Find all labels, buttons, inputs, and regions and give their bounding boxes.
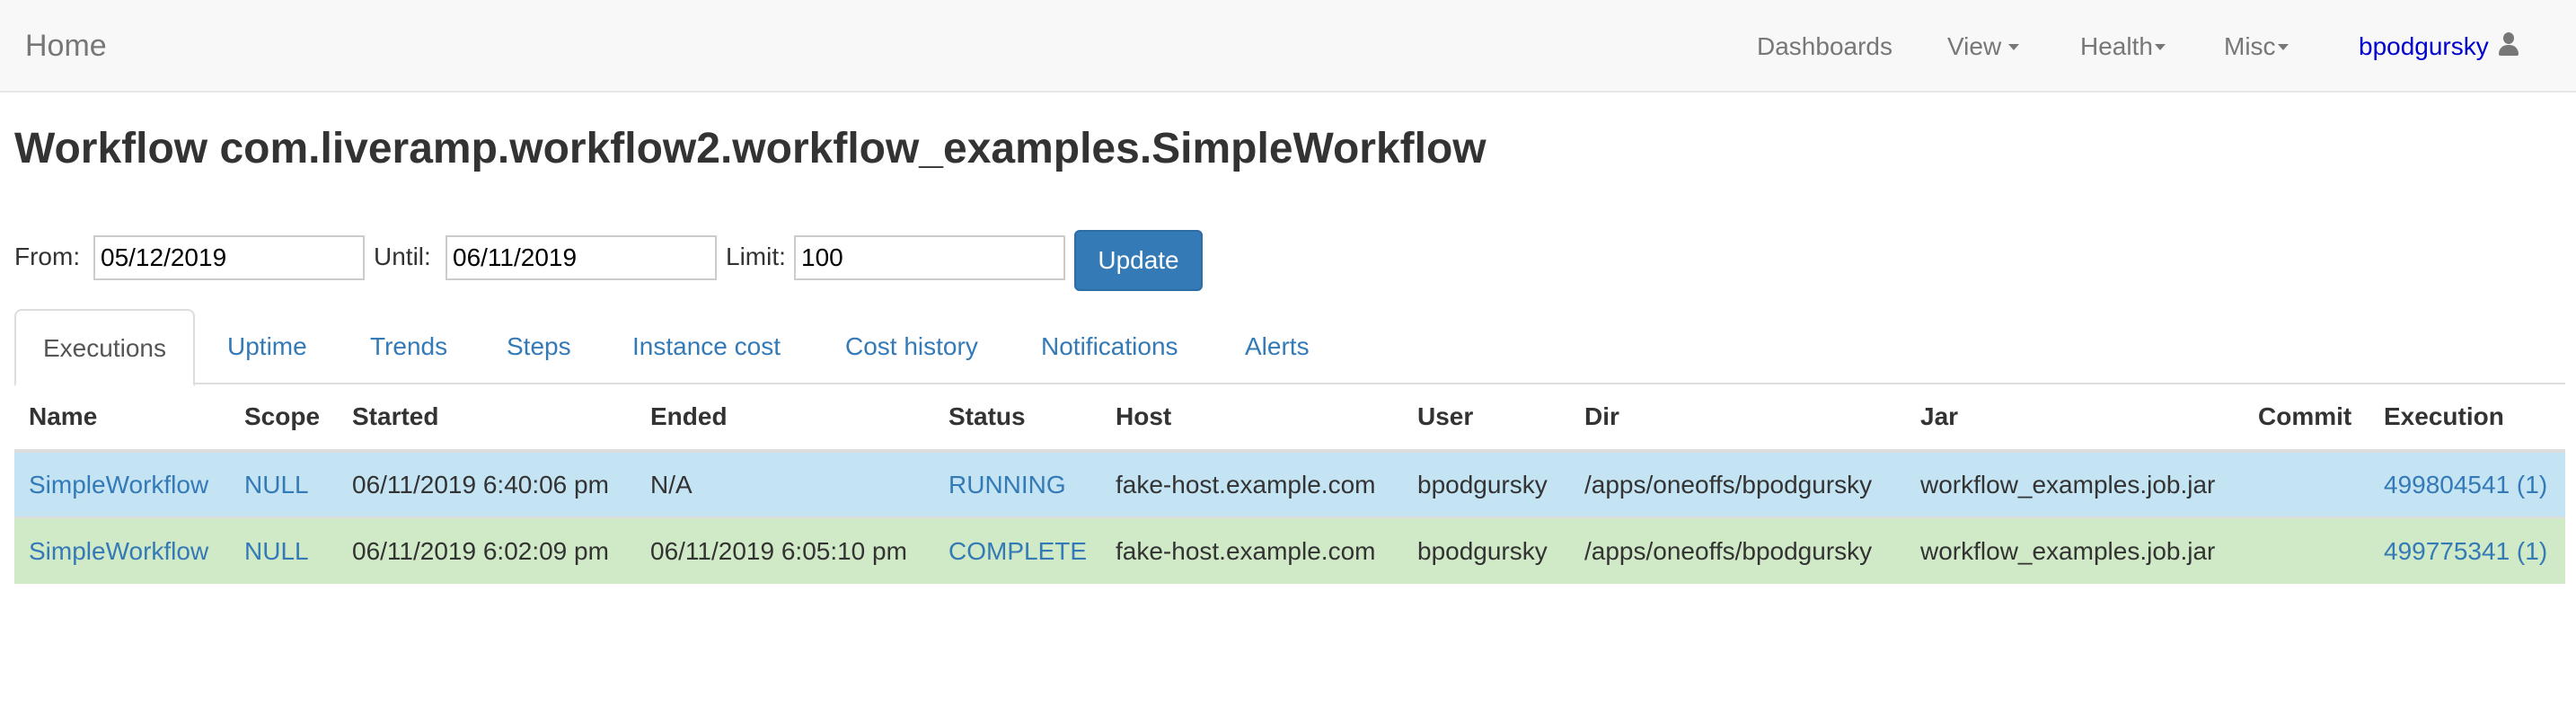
nav-misc-dropdown[interactable]: Misc	[2224, 0, 2289, 93]
host-cell: fake-host.example.com	[1101, 450, 1403, 517]
tab-notifications[interactable]: Notifications	[1041, 309, 1178, 384]
from-label: From:	[14, 243, 81, 270]
nav-misc-label: Misc	[2224, 32, 2276, 60]
column-header-host: Host	[1101, 384, 1403, 453]
ended-cell: 06/11/2019 6:05:10 pm	[636, 516, 934, 584]
user-icon	[2498, 31, 2519, 57]
page-title-prefix: Workflow	[14, 125, 208, 172]
workflow-name-link[interactable]: SimpleWorkflow	[29, 471, 208, 499]
column-header-name: Name	[14, 384, 230, 453]
tab-cost-history[interactable]: Cost history	[845, 309, 978, 384]
column-header-execution: Execution	[2369, 384, 2565, 453]
tab-uptime[interactable]: Uptime	[227, 309, 307, 384]
table-header-row: Name Scope Started Ended Status Host Use…	[14, 384, 2565, 453]
dir-cell: /apps/oneoffs/bpodgursky	[1570, 516, 1906, 584]
tab-instance-cost[interactable]: Instance cost	[632, 309, 781, 384]
table-row: SimpleWorkflow NULL 06/11/2019 6:40:06 p…	[14, 450, 2565, 517]
from-date-input[interactable]	[93, 235, 365, 280]
ended-cell: N/A	[636, 450, 934, 517]
nav-health-label: Health	[2080, 32, 2153, 60]
tab-alerts[interactable]: Alerts	[1245, 309, 1310, 384]
executions-table: Name Scope Started Ended Status Host Use…	[14, 384, 2565, 584]
column-header-ended: Ended	[636, 384, 934, 453]
nav-health-dropdown[interactable]: Health	[2080, 0, 2166, 93]
nav-user-menu[interactable]: bpodgursky	[2359, 0, 2519, 93]
started-cell: 06/11/2019 6:02:09 pm	[338, 516, 636, 584]
column-header-jar: Jar	[1906, 384, 2244, 453]
caret-down-icon	[2008, 43, 2020, 50]
home-brand-link[interactable]: Home	[25, 0, 107, 93]
until-date-input[interactable]	[446, 235, 717, 280]
execution-link[interactable]: 499804541 (1)	[2384, 471, 2547, 499]
column-header-dir: Dir	[1570, 384, 1906, 453]
tab-steps[interactable]: Steps	[507, 309, 571, 384]
execution-link[interactable]: 499775341 (1)	[2384, 537, 2547, 565]
jar-cell: workflow_examples.job.jar	[1906, 516, 2244, 584]
column-header-user: User	[1403, 384, 1570, 453]
until-label: Until:	[374, 243, 431, 270]
table-row: SimpleWorkflow NULL 06/11/2019 6:02:09 p…	[14, 516, 2565, 584]
nav-view-label: View	[1947, 32, 2002, 60]
update-button[interactable]: Update	[1074, 230, 1203, 291]
jar-cell: workflow_examples.job.jar	[1906, 450, 2244, 517]
page-title: Workflow com.liveramp.workflow2.workflow…	[14, 124, 1486, 173]
caret-down-icon	[2277, 43, 2289, 50]
user-cell: bpodgursky	[1403, 516, 1570, 584]
workflow-name-link[interactable]: SimpleWorkflow	[29, 537, 208, 565]
column-header-scope: Scope	[230, 384, 338, 453]
tab-executions[interactable]: Executions	[14, 309, 195, 386]
scope-link[interactable]: NULL	[244, 471, 309, 499]
tab-bar: Executions Uptime Trends Steps Instance …	[14, 309, 2565, 386]
tab-trends[interactable]: Trends	[370, 309, 447, 384]
started-cell: 06/11/2019 6:40:06 pm	[338, 450, 636, 517]
caret-down-icon	[2154, 43, 2166, 50]
nav-username: bpodgursky	[2359, 32, 2489, 60]
limit-input[interactable]	[794, 235, 1065, 280]
scope-link[interactable]: NULL	[244, 537, 309, 565]
commit-cell	[2244, 450, 2369, 517]
nav-view-dropdown[interactable]: View	[1947, 0, 2020, 93]
column-header-commit: Commit	[2244, 384, 2369, 453]
page-title-workflow-name: com.liveramp.workflow2.workflow_examples…	[219, 125, 1486, 172]
top-navbar: Home Dashboards View Health Misc bpodgur…	[0, 0, 2576, 93]
dir-cell: /apps/oneoffs/bpodgursky	[1570, 450, 1906, 517]
column-header-status: Status	[934, 384, 1101, 453]
nav-dashboards-label: Dashboards	[1757, 32, 1892, 60]
nav-dashboards[interactable]: Dashboards	[1757, 0, 1892, 93]
limit-label: Limit:	[726, 243, 786, 270]
column-header-started: Started	[338, 384, 636, 453]
status-link[interactable]: RUNNING	[948, 471, 1066, 499]
host-cell: fake-host.example.com	[1101, 516, 1403, 584]
user-cell: bpodgursky	[1403, 450, 1570, 517]
status-link[interactable]: COMPLETE	[948, 537, 1087, 565]
commit-cell	[2244, 516, 2369, 584]
